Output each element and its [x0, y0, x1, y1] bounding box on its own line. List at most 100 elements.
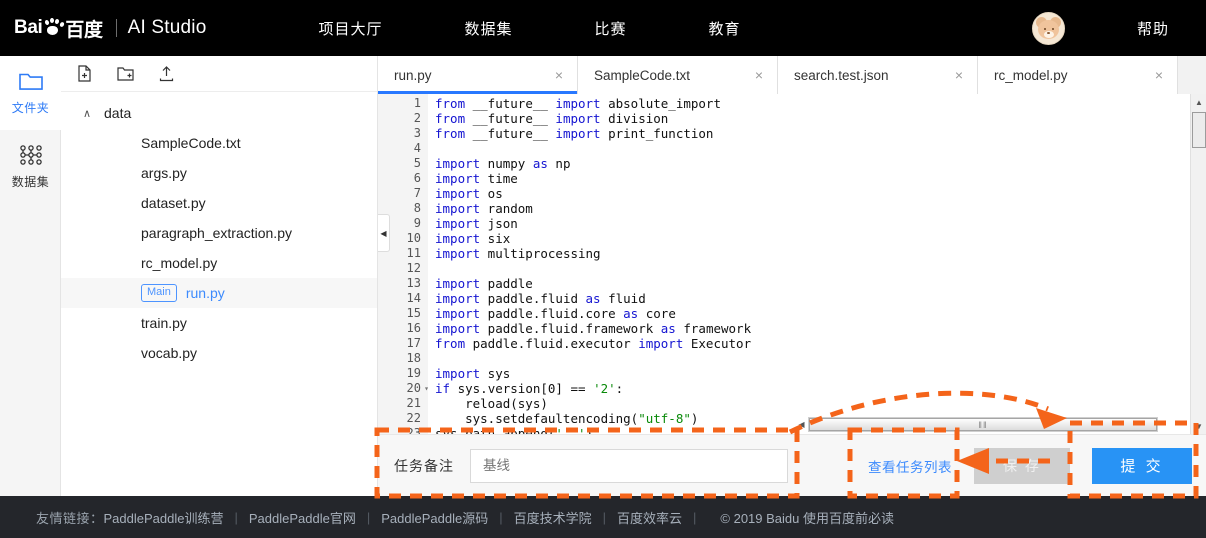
- code-editor: run.py × SampleCode.txt × search.test.js…: [378, 56, 1206, 434]
- scroll-up-icon[interactable]: ▲: [1191, 94, 1206, 110]
- footer-link-baidu-tech-academy[interactable]: 百度技术学院: [514, 508, 592, 527]
- line-number: 3: [413, 126, 421, 140]
- brand-divider: [115, 19, 117, 37]
- close-icon[interactable]: ×: [755, 68, 763, 82]
- file-name: rc_model.py: [141, 255, 218, 271]
- editor-horizontal-scrollbar[interactable]: ◀ ‖‖: [798, 417, 1158, 432]
- file-name: dataset.py: [141, 195, 206, 211]
- file-row-dataset[interactable]: dataset.py: [61, 188, 377, 218]
- code-line: import six: [435, 231, 511, 246]
- file-row-paragraph-extraction[interactable]: paragraph_extraction.py: [61, 218, 377, 248]
- code-line: import random: [435, 201, 533, 216]
- footer-separator: |: [234, 509, 238, 525]
- footer-copyright: © 2019 Baidu 使用百度前必读: [720, 510, 894, 526]
- footer-link-official-site[interactable]: PaddlePaddle官网: [249, 508, 356, 527]
- tab-samplecode-txt[interactable]: SampleCode.txt ×: [578, 56, 778, 94]
- brand-logo[interactable]: Bai 百度 AI Studio: [14, 15, 206, 42]
- footer-lead-label: 友情链接：: [36, 510, 104, 526]
- tab-search-test-json[interactable]: search.test.json ×: [778, 56, 978, 94]
- close-icon[interactable]: ×: [955, 68, 963, 82]
- avatar[interactable]: [1031, 11, 1065, 45]
- vertical-scroll-thumb[interactable]: [1192, 112, 1206, 148]
- sidebar-item-dataset[interactable]: 数据集: [0, 130, 61, 204]
- editor-tabbar: run.py × SampleCode.txt × search.test.js…: [378, 56, 1206, 94]
- tab-run-py[interactable]: run.py ×: [378, 56, 578, 94]
- new-file-icon[interactable]: [75, 64, 94, 83]
- file-row-run[interactable]: Main run.py: [61, 278, 377, 308]
- footer-link-source-code[interactable]: PaddlePaddle源码: [381, 508, 488, 527]
- view-tasklist-link[interactable]: 查看任务列表: [868, 456, 952, 476]
- code-canvas[interactable]: 123456789101112131415161718192021222324 …: [378, 94, 1206, 434]
- code-line: from paddle.fluid.executor import Execut…: [435, 336, 752, 351]
- file-toolbar: [61, 56, 377, 92]
- line-number: 21: [406, 396, 421, 410]
- horizontal-scroll-thumb[interactable]: ‖‖: [809, 418, 1157, 431]
- line-number: 23: [406, 426, 421, 434]
- code-line: import os: [435, 186, 503, 201]
- file-row-train[interactable]: train.py: [61, 308, 377, 338]
- code-line: from __future__ import absolute_import: [435, 96, 721, 111]
- close-icon[interactable]: ×: [555, 68, 563, 82]
- file-row-samplecode[interactable]: SampleCode.txt: [61, 128, 377, 158]
- editor-vertical-scrollbar[interactable]: ▲ ▼: [1190, 94, 1206, 434]
- code-line: import numpy as np: [435, 156, 571, 171]
- line-number-gutter: 123456789101112131415161718192021222324: [378, 94, 429, 434]
- file-explorer-panel: ∧ data SampleCode.txt args.py dataset.py…: [61, 56, 378, 496]
- close-icon[interactable]: ×: [1155, 68, 1163, 82]
- nav-education[interactable]: 教育: [699, 18, 751, 39]
- code-line: import json: [435, 216, 518, 231]
- tab-label: rc_model.py: [994, 67, 1068, 83]
- file-name: train.py: [141, 315, 187, 331]
- code-line: import paddle.fluid.framework as framewo…: [435, 321, 752, 336]
- baidu-latin-text: Bai: [14, 17, 43, 38]
- file-name: data: [104, 105, 132, 121]
- line-number: 2: [413, 111, 421, 125]
- footer-link-baidu-efficiency-cloud[interactable]: 百度效率云: [617, 508, 682, 527]
- code-line: import paddle: [435, 276, 533, 291]
- baidu-paw-icon: [43, 18, 66, 37]
- file-list: ∧ data SampleCode.txt args.py dataset.py…: [61, 92, 377, 368]
- remark-input[interactable]: [470, 448, 788, 483]
- help-link[interactable]: 帮助: [1137, 18, 1169, 39]
- nav-links: 项目大厅 数据集 比赛 教育: [308, 18, 750, 39]
- remark-label: 任务备注: [394, 457, 454, 474]
- code-line: from __future__ import print_function: [435, 126, 714, 141]
- nav-project-hall[interactable]: 项目大厅: [308, 18, 392, 39]
- left-icon-rail: 文件夹 数据集: [0, 56, 61, 496]
- line-number: 13: [406, 276, 421, 290]
- nav-datasets[interactable]: 数据集: [455, 18, 523, 39]
- code-line: import multiprocessing: [435, 246, 601, 261]
- file-row-args[interactable]: args.py: [61, 158, 377, 188]
- tab-label: search.test.json: [794, 67, 889, 83]
- product-name: AI Studio: [127, 17, 207, 38]
- code-line: from __future__ import division: [435, 111, 669, 126]
- line-number: 6: [413, 171, 421, 185]
- scroll-left-icon[interactable]: ◀: [795, 418, 808, 431]
- sidebar-item-folder[interactable]: 文件夹: [0, 56, 61, 130]
- panel-collapse-handle[interactable]: ◀: [378, 214, 390, 252]
- nav-right-group: 帮助: [1031, 0, 1206, 56]
- top-navigation-bar: Bai 百度 AI Studio 项目大厅 数据集 比赛 教育 帮助: [0, 0, 1206, 56]
- new-folder-icon[interactable]: [116, 64, 135, 83]
- code-text[interactable]: from __future__ import absolute_import fr…: [435, 94, 1195, 434]
- save-button[interactable]: 保 存: [974, 447, 1070, 484]
- file-row-data[interactable]: ∧ data: [61, 98, 377, 128]
- line-number: 17: [406, 336, 421, 350]
- submit-button[interactable]: 提 交: [1092, 447, 1192, 484]
- chevron-up-icon[interactable]: ∧: [83, 107, 96, 120]
- line-number: 20: [378, 381, 429, 396]
- line-number: 16: [406, 321, 421, 335]
- app-root: Bai 百度 AI Studio 项目大厅 数据集 比赛 教育 帮助 文件夹 数…: [0, 0, 1206, 538]
- file-row-rc-model[interactable]: rc_model.py: [61, 248, 377, 278]
- tab-rc-model-py[interactable]: rc_model.py ×: [978, 56, 1178, 94]
- footer-link-training-camp[interactable]: PaddlePaddle训练营: [104, 508, 224, 527]
- file-row-vocab[interactable]: vocab.py: [61, 338, 377, 368]
- scroll-down-icon[interactable]: ▼: [1191, 418, 1206, 434]
- footer-separator: |: [366, 509, 371, 525]
- upload-icon[interactable]: [157, 64, 176, 83]
- file-name: vocab.py: [141, 345, 198, 361]
- nav-competition[interactable]: 比赛: [585, 18, 637, 39]
- code-line: import paddle.fluid.core as core: [435, 306, 676, 321]
